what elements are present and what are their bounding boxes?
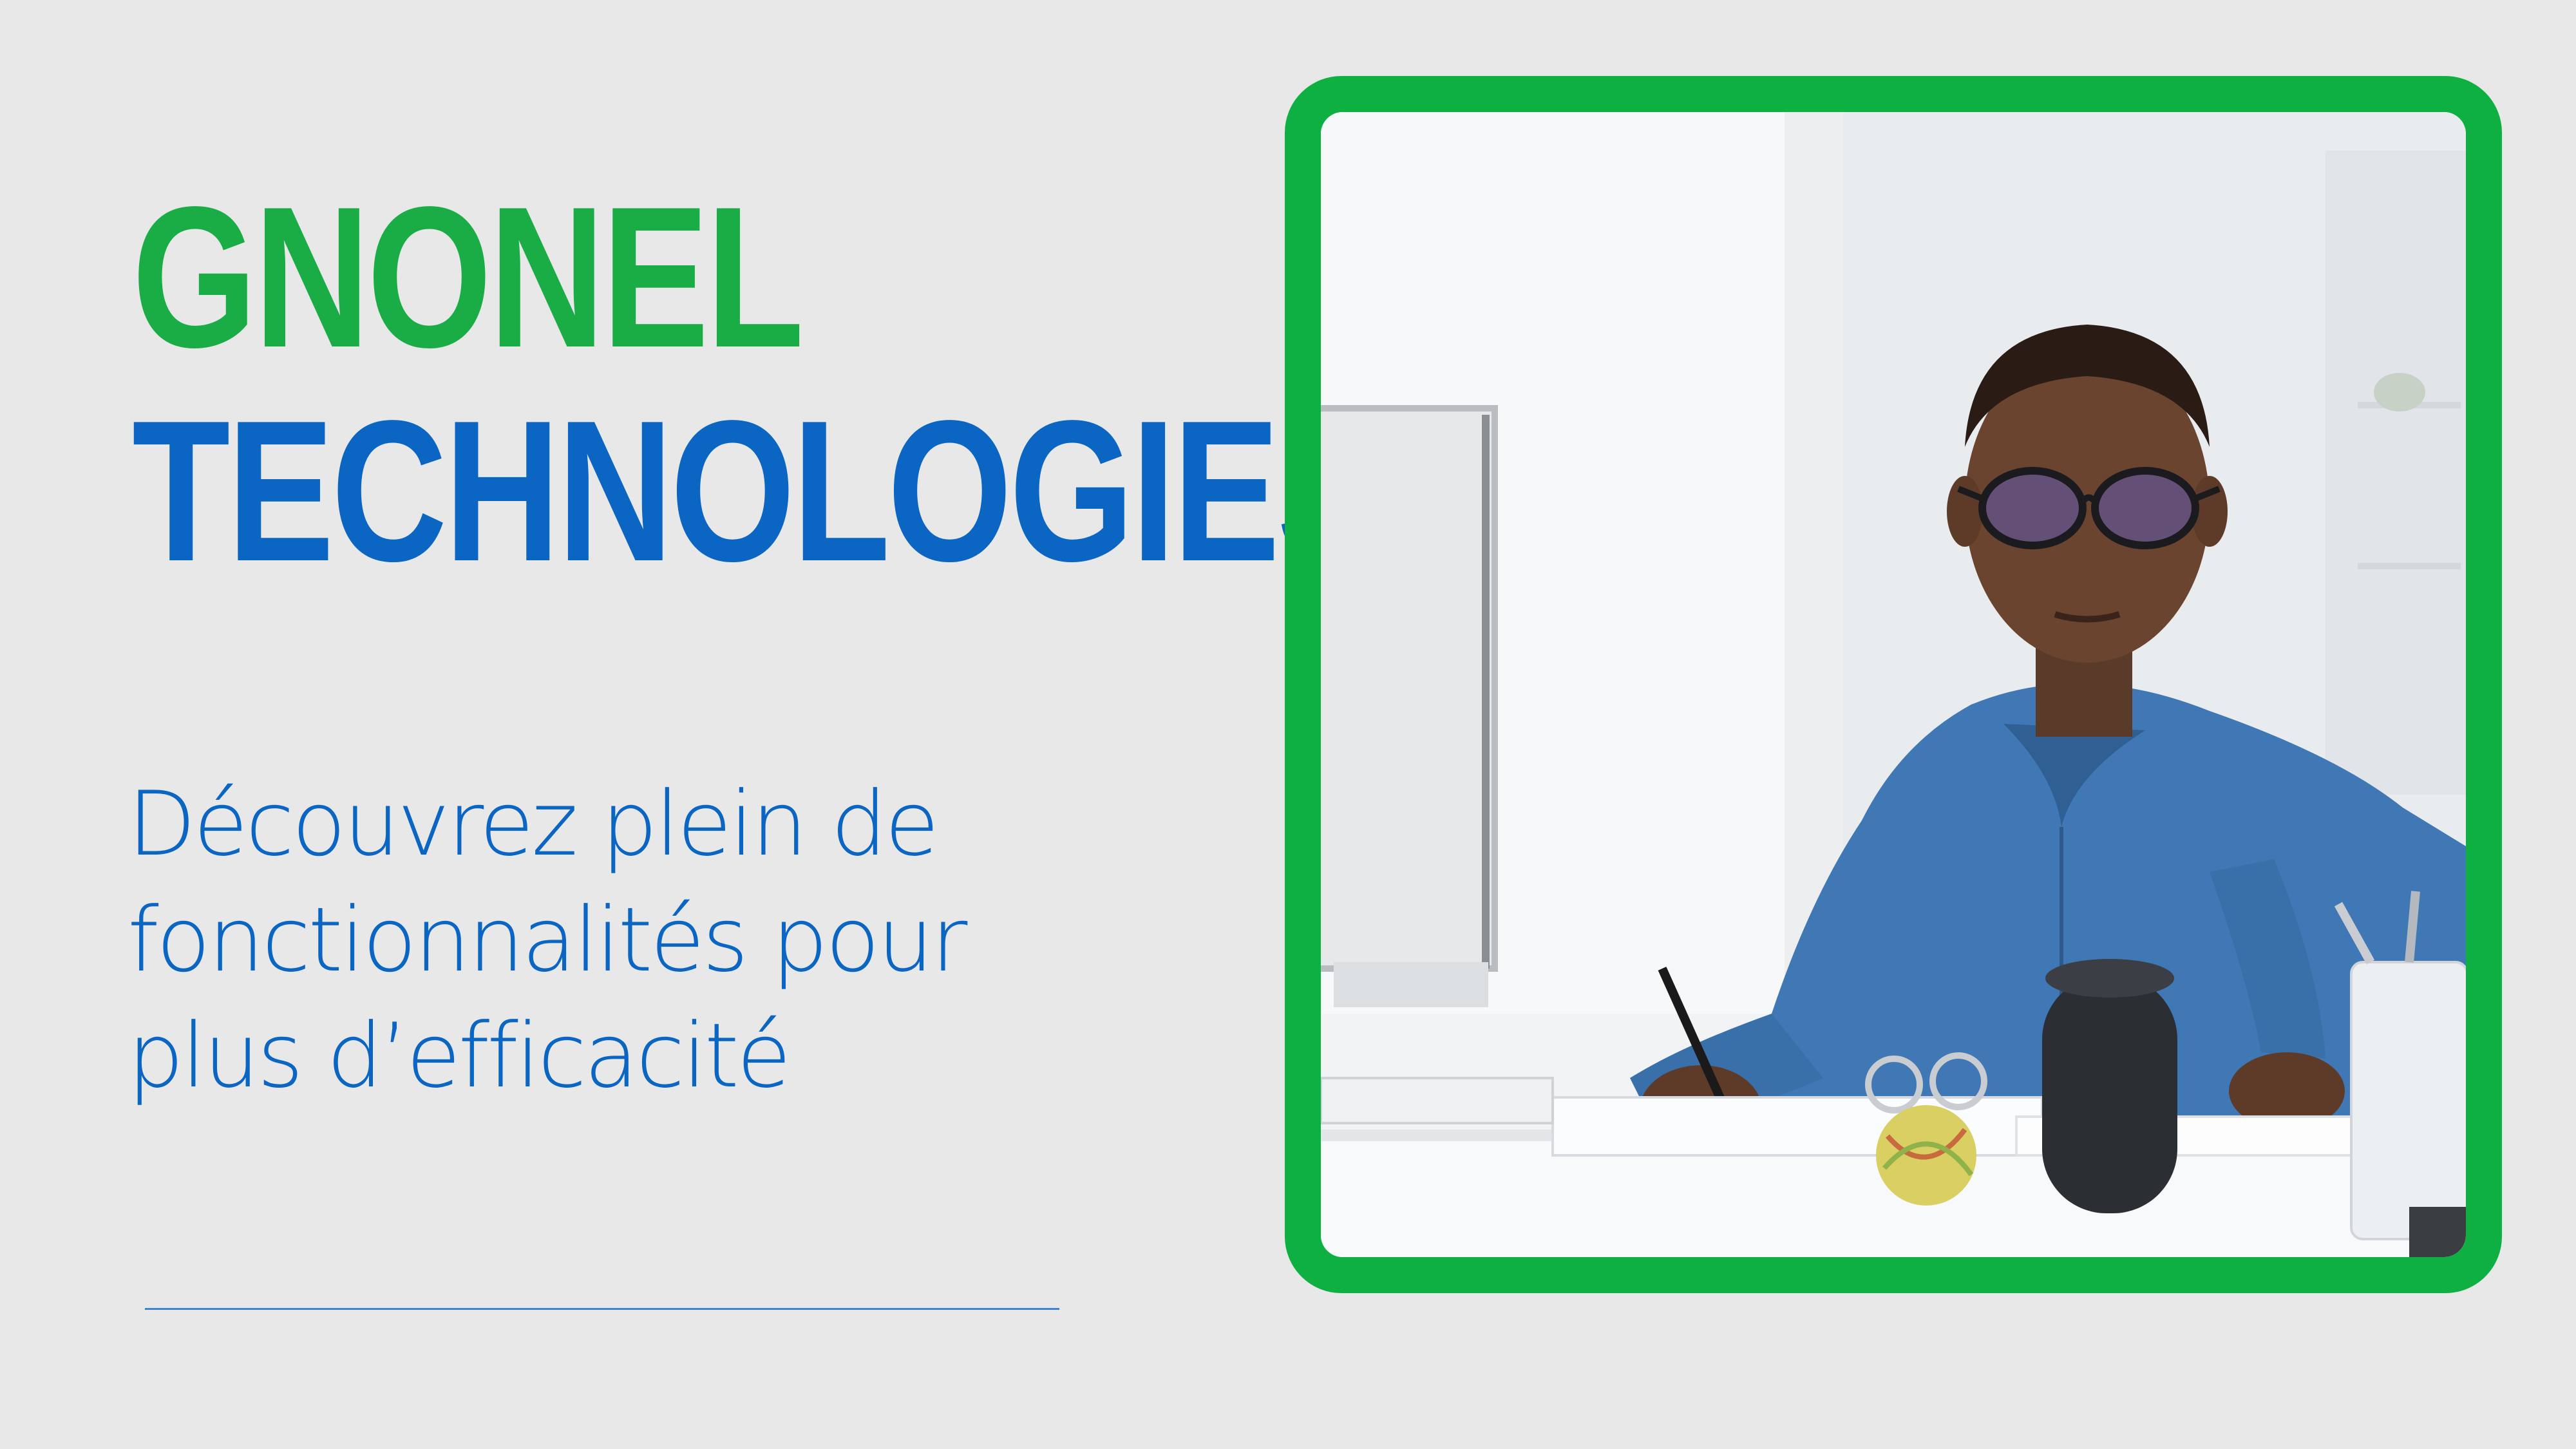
tagline: Découvrez plein de fonctionnalités pour … — [128, 766, 1261, 1114]
tagline-line-2: fonctionnalités pour — [128, 888, 967, 992]
brand-name-line-2: TECHNOLOGIES — [132, 379, 1384, 603]
photo-frame — [1285, 76, 2502, 1293]
brand-name-line-1: GNONEL — [132, 166, 804, 390]
tagline-line-1: Découvrez plein de — [128, 772, 940, 876]
divider-line — [145, 1308, 1059, 1310]
tagline-line-3: plus d’efficacité — [128, 1004, 791, 1108]
office-worker-illustration — [1321, 112, 2466, 1257]
office-worker-photo — [1321, 112, 2466, 1257]
